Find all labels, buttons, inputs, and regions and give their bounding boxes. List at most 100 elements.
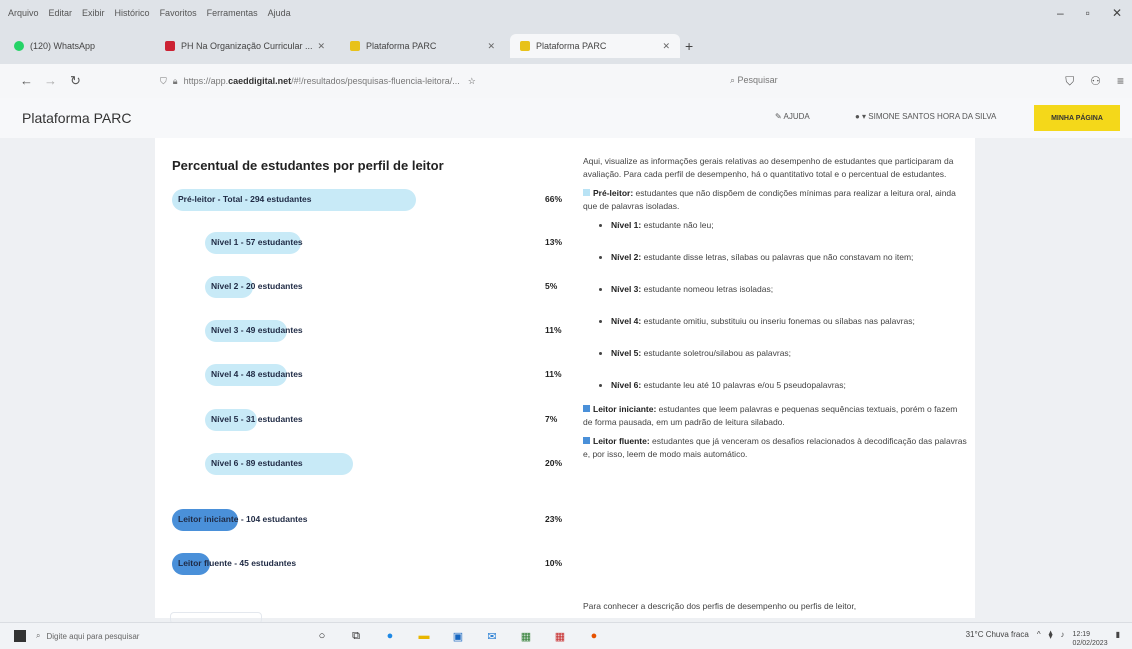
menu-icon[interactable]: ≡ <box>1117 74 1124 89</box>
level-item: Nível 1: estudante não leu; <box>611 219 968 232</box>
app-brand[interactable]: Plataforma PARC <box>22 110 131 126</box>
close-icon[interactable]: ✕ <box>662 41 670 52</box>
browser-menubar: Arquivo Editar Exibir Histórico Favoritos Fer… <box>0 0 1132 28</box>
level-name: Nível 3: <box>611 284 642 294</box>
menu-item[interactable]: Editar <box>49 8 73 18</box>
url-prefix: https://app. <box>183 76 229 86</box>
chart-row: Pré-leitor - Total - 294 estudantes 66% <box>172 189 562 211</box>
clock[interactable]: 12:19 02/02/2023 <box>1073 630 1108 648</box>
help-label: AJUDA <box>783 112 810 121</box>
chart-row-label: Nível 2 - 20 estudantes <box>211 281 303 291</box>
level-name: Nível 4: <box>611 316 642 326</box>
pocket-icon[interactable]: ⛉ <box>1065 74 1074 89</box>
close-icon[interactable]: ✕ <box>487 41 495 52</box>
level-name: Nível 5: <box>611 348 642 358</box>
network-icon[interactable]: ⧫ <box>1049 630 1053 648</box>
close-icon[interactable]: ✕ <box>1112 6 1122 20</box>
blue-square-icon <box>583 437 590 444</box>
reload-icon[interactable]: ↻ <box>70 73 81 89</box>
minha-pagina-button[interactable]: MINHA PÁGINA <box>1034 105 1120 131</box>
level-name: Nível 1: <box>611 220 642 230</box>
tray-arrow-icon[interactable]: ^ <box>1037 630 1041 648</box>
firefox-icon[interactable]: ● <box>584 626 604 646</box>
app-header: Plataforma PARC ✎ AJUDA ● ▾ SIMONE SANTO… <box>0 98 1132 138</box>
back-icon[interactable]: ← <box>20 73 33 88</box>
forward-icon[interactable]: → <box>44 73 57 88</box>
menu-item[interactable]: Ajuda <box>268 8 291 18</box>
system-tray: 31°C Chuva fraca ^ ⧫ ♪ 12:19 02/02/2023 … <box>966 630 1120 648</box>
maximize-icon[interactable]: ▫ <box>1086 6 1090 20</box>
notifications-icon[interactable]: ▮ <box>1116 630 1120 648</box>
level-item: Nível 6: estudante leu até 10 palavras e… <box>611 379 968 392</box>
browser-toolbar-right: ⛉ ⚇ ≡ <box>1065 74 1124 89</box>
preleitor-text: estudantes que não dispõem de condições … <box>583 188 956 211</box>
close-icon[interactable]: ✕ <box>317 41 325 52</box>
edge-icon[interactable]: ● <box>380 626 400 646</box>
word-icon[interactable]: ▦ <box>550 626 570 646</box>
tab-strip: (120) WhatsApp PH Na Organização Curricu… <box>0 28 1132 64</box>
file-explorer-icon[interactable]: ▬ <box>414 626 434 646</box>
fluente-title: Leitor fluente: <box>593 436 650 446</box>
menu-item[interactable]: Arquivo <box>8 8 39 18</box>
tab-organizacao[interactable]: PH Na Organização Curricular ... ✕ <box>155 34 335 58</box>
level-text: estudante não leu; <box>641 220 714 230</box>
account-icon[interactable]: ⚇ <box>1090 74 1101 89</box>
cortana-icon[interactable]: ○ <box>312 626 332 646</box>
site-icon <box>165 41 175 51</box>
search-icon: ⌕ <box>730 75 738 85</box>
light-blue-square-icon <box>583 189 590 196</box>
excel-icon[interactable]: ▦ <box>516 626 536 646</box>
weather-text[interactable]: 31°C Chuva fraca <box>966 630 1029 648</box>
chart-row-label: Nível 5 - 31 estudantes <box>211 414 303 424</box>
volume-icon[interactable]: ♪ <box>1061 630 1065 648</box>
shield-icon: ⛉ <box>160 75 167 86</box>
browser-search-placeholder: Pesquisar <box>737 75 778 85</box>
address-bar[interactable]: ⛉ 🔒︎ https://app. caeddigital.net/#!/resu… <box>160 70 720 92</box>
chart-row-percent: 10% <box>545 558 563 568</box>
chart-row: Leitor fluente - 45 estudantes 10% <box>172 553 562 575</box>
level-item: Nível 3: estudante nomeou letras isolada… <box>611 283 968 296</box>
menu-item[interactable]: Ferramentas <box>207 8 258 18</box>
menu-item[interactable]: Histórico <box>115 8 150 18</box>
lock-icon: 🔒︎ <box>172 75 178 86</box>
taskbar-apps: ○ ⧉ ● ▬ ▣ ✉ ▦ ▦ ● <box>312 626 604 646</box>
chart-row-label: Nível 3 - 49 estudantes <box>211 325 303 335</box>
new-tab-icon[interactable]: + <box>685 38 693 54</box>
iniciante-title: Leitor iniciante: <box>593 404 657 414</box>
tab-label: Plataforma PARC <box>366 41 437 51</box>
menu-item[interactable]: Exibir <box>82 8 105 18</box>
minimize-icon[interactable]: – <box>1057 6 1064 20</box>
chart-row-percent: 11% <box>545 369 562 379</box>
level-name: Nível 6: <box>611 380 642 390</box>
tab-plataforma-parc[interactable]: Plataforma PARC ✕ <box>340 34 505 58</box>
chart-row-label: Nível 4 - 48 estudantes <box>211 369 303 379</box>
task-view-icon[interactable]: ⧉ <box>346 626 366 646</box>
url-domain: caeddigital.net <box>228 76 292 86</box>
preleitor-paragraph: Pré-leitor: estudantes que não dispõem d… <box>583 187 968 213</box>
chart-row-label: Leitor fluente - 45 estudantes <box>178 558 297 568</box>
chart-row-percent: 20% <box>545 458 563 468</box>
menu-item[interactable]: Favoritos <box>160 8 197 18</box>
window-controls: – ▫ ✕ <box>1057 6 1122 20</box>
whatsapp-icon <box>14 41 24 51</box>
level-text: estudante disse letras, sílabas ou palav… <box>641 252 914 262</box>
chart-row: Leitor iniciante - 104 estudantes 23% <box>172 509 562 531</box>
tab-whatsapp[interactable]: (120) WhatsApp <box>4 34 149 58</box>
chart-row: Nível 1 - 57 estudantes 13% <box>205 232 562 254</box>
browser-search[interactable]: ⌕ Pesquisar <box>730 75 778 86</box>
user-menu[interactable]: ● ▾ SIMONE SANTOS HORA DA SILVA <box>855 112 996 121</box>
clock-time: 12:19 <box>1072 631 1091 638</box>
chart-row-label: Nível 1 - 57 estudantes <box>211 237 303 247</box>
navigation-bar: ← → ↻ ⛉ 🔒︎ https://app. caeddigital.net/#… <box>0 64 1132 99</box>
level-item: Nível 5: estudante soletrou/silabou as p… <box>611 347 968 360</box>
star-icon[interactable]: ☆ <box>468 76 476 87</box>
clock-date: 02/02/2023 <box>1072 640 1108 647</box>
tab-plataforma-parc-active[interactable]: Plataforma PARC ✕ <box>510 34 680 58</box>
help-link[interactable]: ✎ AJUDA <box>775 112 810 121</box>
windows-start-icon[interactable] <box>14 630 26 642</box>
chart-row-label: Nível 6 - 89 estudantes <box>211 458 303 468</box>
taskbar-search[interactable]: ⌕ Digite aqui para pesquisar <box>36 626 276 646</box>
tab-label: Plataforma PARC <box>536 41 607 51</box>
store-icon[interactable]: ▣ <box>448 626 468 646</box>
mail-icon[interactable]: ✉ <box>482 626 502 646</box>
